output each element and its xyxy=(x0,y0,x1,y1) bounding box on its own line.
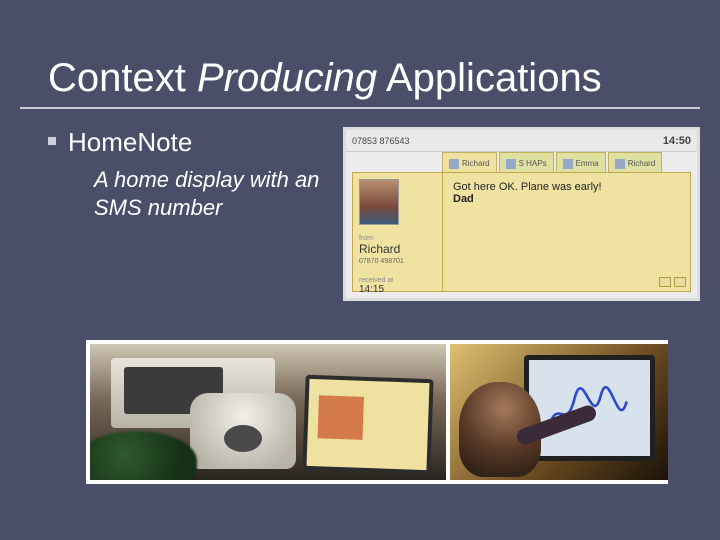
title-part1: Context xyxy=(48,56,197,100)
mock-tab: Richard xyxy=(608,152,663,172)
mock-phone-number: 07853 876543 xyxy=(352,136,410,146)
avatar-icon xyxy=(615,159,625,169)
tablet-screen xyxy=(306,379,429,470)
child-drawing-photo xyxy=(450,344,668,480)
action-icon xyxy=(674,277,686,287)
received-time: 14:15 xyxy=(359,284,436,295)
sender-name: Richard xyxy=(359,242,436,256)
mock-tab-label: S HAPs xyxy=(519,159,547,168)
bullet-description: A home display with an SMS number xyxy=(94,166,325,221)
avatar-icon xyxy=(563,159,573,169)
title-emphasis: Producing xyxy=(197,56,377,100)
text-column: HomeNote A home display with an SMS numb… xyxy=(20,127,325,221)
mock-tab: Emma xyxy=(556,152,606,172)
mock-tabs: Richard S HAPs Emma Richard xyxy=(442,152,691,172)
avatar-photo xyxy=(359,179,399,225)
square-bullet-icon xyxy=(48,137,56,145)
received-label: received at xyxy=(359,277,436,284)
mock-status-bar: 07853 876543 14:50 xyxy=(346,130,697,152)
mock-note-card: from Richard 07870 498701 received at 14… xyxy=(352,172,691,292)
mock-message: Got here OK. Plane was early! Dad xyxy=(453,181,682,205)
bullet-heading: HomeNote xyxy=(68,127,192,158)
mock-tab: S HAPs xyxy=(499,152,554,172)
homenote-screenshot: 07853 876543 14:50 Richard S HAPs Emma R… xyxy=(343,127,700,301)
photo-strip xyxy=(86,340,668,484)
sender-phone: 07870 498701 xyxy=(359,258,436,265)
from-label: from xyxy=(359,235,436,242)
mock-tab-label: Richard xyxy=(628,159,656,168)
title-part3: Applications xyxy=(377,56,602,100)
message-line: Got here OK. Plane was early! xyxy=(453,181,682,193)
slide-title-block: Context Producing Applications xyxy=(20,0,700,109)
tablet-device xyxy=(302,374,433,474)
kitchen-photo xyxy=(90,344,446,480)
avatar-icon xyxy=(506,159,516,169)
foliage-illustration xyxy=(90,431,197,480)
bullet-item: HomeNote xyxy=(48,127,325,158)
mock-tab-label: Richard xyxy=(462,159,490,168)
action-icon xyxy=(659,277,671,287)
message-signature: Dad xyxy=(453,193,682,205)
breadmaker-illustration xyxy=(190,393,297,469)
mock-tab-label: Emma xyxy=(576,159,599,168)
mock-sender-panel: from Richard 07870 498701 received at 14… xyxy=(353,173,443,291)
mock-action-icons xyxy=(659,277,686,287)
mock-tab: Richard xyxy=(442,152,497,172)
mock-clock: 14:50 xyxy=(663,135,691,147)
slide-title: Context Producing Applications xyxy=(48,56,672,101)
avatar-icon xyxy=(449,159,459,169)
content-row: HomeNote A home display with an SMS numb… xyxy=(0,109,720,301)
